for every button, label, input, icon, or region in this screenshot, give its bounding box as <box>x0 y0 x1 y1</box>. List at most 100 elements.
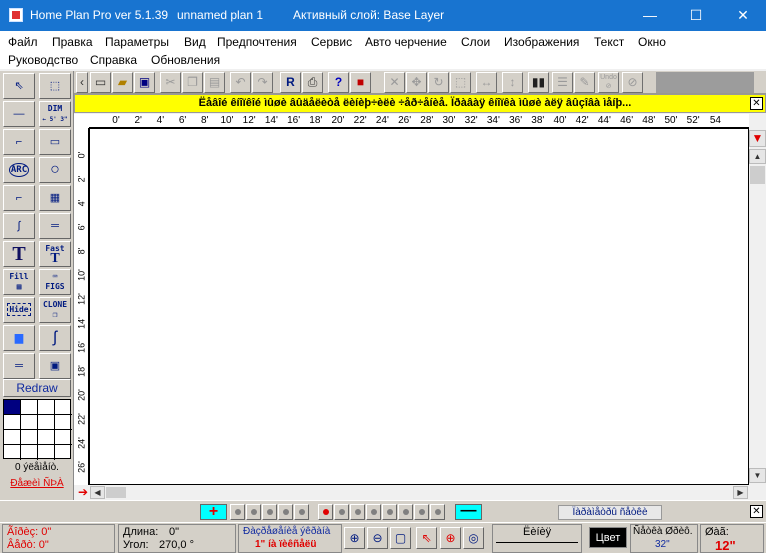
line-type-panel[interactable]: Ëèíèÿ <box>492 524 582 553</box>
fast-text-tool-button[interactable]: Fast T <box>39 241 71 267</box>
wall-tool-icon[interactable]: ⌐ <box>3 185 35 211</box>
menu-window[interactable]: Окно <box>638 34 666 50</box>
scroll-left-icon[interactable]: ◀ <box>90 486 105 499</box>
image-tool-icon[interactable]: ▆ <box>3 325 35 351</box>
stretch-vertical-icon[interactable]: ↕ <box>502 72 523 93</box>
fill-tool-button[interactable]: Fill ▦ <box>3 269 35 295</box>
cut-icon[interactable]: ✂ <box>160 72 181 93</box>
layer-cell[interactable] <box>21 400 38 415</box>
layer-cell[interactable] <box>38 415 55 430</box>
move-icon[interactable]: ✥ <box>406 72 427 93</box>
select-area-icon[interactable]: ⬚ <box>39 73 71 99</box>
layer-cell[interactable] <box>21 415 38 430</box>
list-icon[interactable]: ☰ <box>552 72 573 93</box>
freehand-tool-icon[interactable]: ʃ <box>39 325 71 351</box>
open-folder-icon[interactable]: ▰ <box>112 72 133 93</box>
color-fill-icon[interactable]: ■ <box>350 72 371 93</box>
menu-preferences[interactable]: Предпочтения <box>217 34 297 50</box>
undo-arrow-icon[interactable]: ↶ <box>230 72 251 93</box>
line-tool-icon[interactable]: — <box>3 101 35 127</box>
menu-file[interactable]: Файл <box>8 34 38 50</box>
layer-cell[interactable] <box>55 445 72 460</box>
menu-view[interactable]: Вид <box>184 34 206 50</box>
toolbar-scroll-left-icon[interactable]: ‹ <box>76 72 88 93</box>
undo-button[interactable]: Undo ⊘ <box>598 72 619 93</box>
layer-cell[interactable] <box>38 430 55 445</box>
vertical-scroll-thumb[interactable] <box>750 166 765 184</box>
layer-cell[interactable] <box>21 430 38 445</box>
page-tab[interactable] <box>382 504 397 520</box>
figs-tool-button[interactable]: ⌨ FIGS <box>39 269 71 295</box>
help-icon[interactable]: ? <box>328 72 349 93</box>
menu-text[interactable]: Текст <box>594 34 624 50</box>
page-tab[interactable] <box>230 504 245 520</box>
add-page-button[interactable]: + <box>200 504 227 520</box>
paste-icon[interactable]: ▤ <box>204 72 225 93</box>
horizontal-scrollbar[interactable]: ➔ ◀ ▶ <box>74 485 766 500</box>
parallel-lines-icon[interactable]: ═ <box>3 353 35 379</box>
redraw-button[interactable]: Redraw <box>3 379 71 397</box>
maximize-button[interactable]: ☐ <box>673 0 719 31</box>
page-tab[interactable] <box>366 504 381 520</box>
drawing-canvas[interactable] <box>89 128 749 485</box>
report-icon[interactable]: R <box>280 72 301 93</box>
vertical-scrollbar[interactable]: ▼ ▲ ▼ <box>749 128 766 485</box>
zoom-all-icon[interactable]: ◎ <box>463 527 484 549</box>
page-tab[interactable] <box>262 504 277 520</box>
layer-cell[interactable] <box>38 400 55 415</box>
align-icon[interactable]: ▮▮ <box>528 72 549 93</box>
select-arrow-icon[interactable]: ⇖ <box>3 73 35 99</box>
zoom-arrow-icon[interactable]: ⇖ <box>416 527 437 549</box>
minimize-button[interactable]: — <box>627 0 673 31</box>
page-tab[interactable] <box>334 504 349 520</box>
curve-tool-icon[interactable]: ∫ <box>3 213 35 239</box>
rectangle-tool-icon[interactable]: ▭ <box>39 129 71 155</box>
zoom-page-icon[interactable]: ▢ <box>390 527 411 549</box>
menu-auto-draw[interactable]: Авто черчение <box>365 34 447 50</box>
close-button[interactable]: ✕ <box>720 0 766 31</box>
menu-edit[interactable]: Правка <box>52 34 93 50</box>
page-tab[interactable] <box>278 504 293 520</box>
page-tab[interactable] <box>350 504 365 520</box>
stretch-horizontal-icon[interactable]: ↔ <box>476 72 497 93</box>
double-line-tool-icon[interactable]: ═ <box>39 213 71 239</box>
redo-arrow-icon[interactable]: ↷ <box>252 72 273 93</box>
page-tab[interactable] <box>294 504 309 520</box>
color-button[interactable]: Цвет <box>589 527 627 548</box>
page-tab-current[interactable] <box>318 504 333 520</box>
layer-cell[interactable] <box>4 445 21 460</box>
mode-link[interactable]: Ðåæèì ÑÞÀ <box>0 478 74 489</box>
remove-page-button[interactable]: — <box>455 503 482 520</box>
select-box-icon[interactable]: ⬚ <box>450 72 471 93</box>
menu-guide[interactable]: Руководство <box>8 52 78 68</box>
page-tab[interactable] <box>430 504 445 520</box>
scroll-to-left-icon[interactable]: ➔ <box>76 486 90 499</box>
horizontal-scroll-thumb[interactable] <box>106 487 126 498</box>
hide-tool-button[interactable]: Hide <box>3 297 35 323</box>
layer-grid[interactable] <box>3 399 72 460</box>
grid-tool-icon[interactable]: ▦ <box>39 185 71 211</box>
scroll-up-icon[interactable]: ▲ <box>749 149 766 164</box>
text-tool-button[interactable]: T <box>3 241 35 267</box>
copy-icon[interactable]: ❐ <box>182 72 203 93</box>
zoom-out-icon[interactable]: ⊖ <box>367 527 388 549</box>
menu-parameters[interactable]: Параметры <box>105 34 169 50</box>
circle-tool-icon[interactable]: ○ <box>39 157 71 183</box>
zoom-in-icon[interactable]: ⊕ <box>344 527 365 549</box>
menu-service[interactable]: Сервис <box>311 34 352 50</box>
grid-settings-button[interactable]: Ïàðàìåòðû ñåòêè <box>558 505 662 520</box>
menu-help[interactable]: Справка <box>90 52 137 68</box>
new-file-icon[interactable]: ▭ <box>90 72 111 93</box>
no-draw-icon[interactable]: ⊘ <box>622 72 643 93</box>
scroll-to-top-icon[interactable]: ▼ <box>749 130 766 147</box>
frame-tool-icon[interactable]: ▣ <box>39 353 71 379</box>
dim-tool-button[interactable]: DIM ← 5' 3" → <box>39 101 71 127</box>
layer-cell[interactable] <box>55 430 72 445</box>
scroll-down-icon[interactable]: ▼ <box>749 468 766 483</box>
print-icon[interactable]: ⎙ <box>302 72 323 93</box>
clone-tool-button[interactable]: CLONE ❐ <box>39 297 71 323</box>
layer-cell[interactable] <box>4 400 21 415</box>
layer-cell[interactable] <box>21 445 38 460</box>
layer-cell[interactable] <box>55 400 72 415</box>
page-tab[interactable] <box>398 504 413 520</box>
